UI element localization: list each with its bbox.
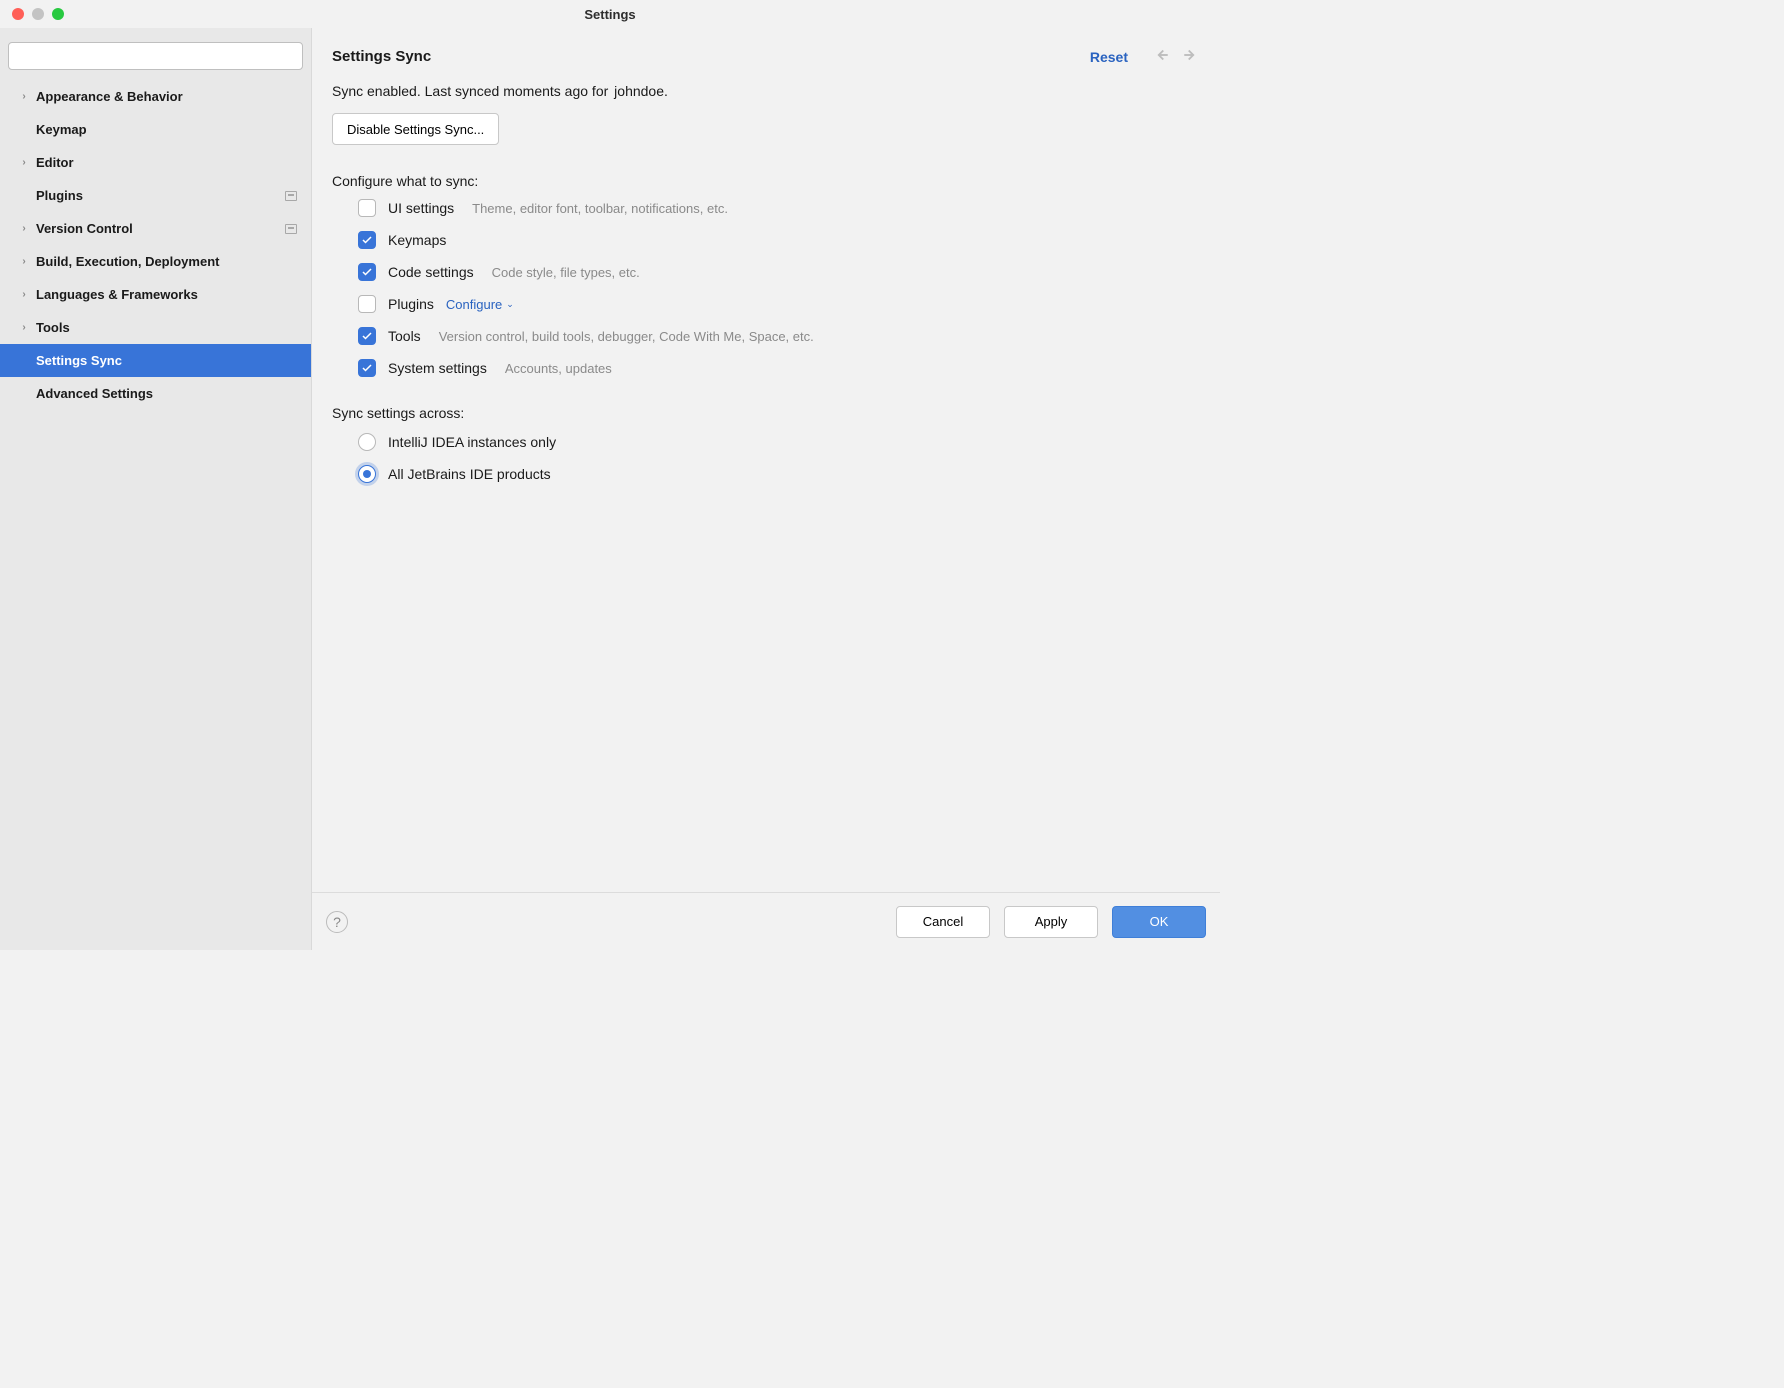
sync-item-hint: Version control, build tools, debugger, … [439,329,814,344]
sidebar-item-label: Build, Execution, Deployment [36,254,219,269]
radio-intellij-only[interactable] [358,433,376,451]
button-label: Disable Settings Sync... [347,122,484,137]
sync-item-ui-settings: UI settings Theme, editor font, toolbar,… [358,199,1200,217]
button-label: OK [1150,914,1169,929]
across-label: Sync settings across: [332,405,1200,421]
sidebar-item-keymap[interactable]: Keymap [0,113,311,146]
sidebar-item-plugins[interactable]: Plugins [0,179,311,212]
sync-item-label: Plugins [388,296,434,312]
sync-item-label: UI settings [388,200,454,216]
sidebar-item-label: Plugins [36,188,83,203]
help-button[interactable]: ? [326,911,348,933]
checkbox-keymaps[interactable] [358,231,376,249]
sidebar-item-version-control[interactable]: › Version Control [0,212,311,245]
sidebar-item-settings-sync[interactable]: Settings Sync [0,344,311,377]
sidebar-item-label: Appearance & Behavior [36,89,183,104]
chevron-right-icon: › [18,91,30,102]
chevron-right-icon: › [18,322,30,333]
sidebar-item-label: Version Control [36,221,133,236]
sync-item-system-settings: System settings Accounts, updates [358,359,1200,377]
sync-user: johndoe [614,83,664,99]
forward-arrow-icon[interactable] [1182,46,1200,67]
sidebar-item-appearance-behavior[interactable]: › Appearance & Behavior [0,80,311,113]
sidebar-item-languages-frameworks[interactable]: › Languages & Frameworks [0,278,311,311]
sidebar-item-label: Editor [36,155,74,170]
back-arrow-icon[interactable] [1152,46,1170,67]
reset-link[interactable]: Reset [1090,49,1128,65]
sync-status-text: Sync enabled. Last synced moments ago fo… [332,83,608,99]
minimize-window-button[interactable] [32,8,44,20]
configure-link-label: Configure [446,297,502,312]
sync-across-group: IntelliJ IDEA instances only All JetBrai… [332,433,1200,483]
chevron-down-icon: ⌄ [506,299,514,310]
sync-item-plugins: Plugins Configure ⌄ [358,295,1200,313]
sync-item-keymaps: Keymaps [358,231,1200,249]
project-settings-indicator-icon [285,224,297,234]
button-label: Cancel [923,914,963,929]
configure-plugins-link[interactable]: Configure ⌄ [446,297,514,312]
radio-label: All JetBrains IDE products [388,466,551,482]
sidebar-item-label: Settings Sync [36,353,122,368]
maximize-window-button[interactable] [52,8,64,20]
sidebar-item-label: Tools [36,320,70,335]
sidebar-item-label: Languages & Frameworks [36,287,198,302]
settings-window: Settings ▾ › Appearance & Behavior [0,0,1220,950]
chevron-right-icon: › [18,289,30,300]
cancel-button[interactable]: Cancel [896,906,990,938]
sidebar-item-advanced-settings[interactable]: Advanced Settings [0,377,311,410]
radio-label: IntelliJ IDEA instances only [388,434,556,450]
sync-item-label: Tools [388,328,421,344]
traffic-lights [12,8,64,20]
sync-item-code-settings: Code settings Code style, file types, et… [358,263,1200,281]
sync-across-intellij-only: IntelliJ IDEA instances only [358,433,1200,451]
chevron-right-icon: › [18,256,30,267]
ok-button[interactable]: OK [1112,906,1206,938]
titlebar: Settings [0,0,1220,28]
checkbox-code-settings[interactable] [358,263,376,281]
sidebar-item-editor[interactable]: › Editor [0,146,311,179]
chevron-right-icon: › [18,223,30,234]
configure-label: Configure what to sync: [332,173,1200,189]
sync-item-hint: Code style, file types, etc. [492,265,640,280]
sidebar-item-label: Keymap [36,122,87,137]
sync-items-list: UI settings Theme, editor font, toolbar,… [332,199,1200,377]
window-title: Settings [0,7,1220,22]
sync-item-hint: Accounts, updates [505,361,612,376]
main-header: Settings Sync Reset [312,28,1220,75]
sync-item-label: Keymaps [388,232,446,248]
sync-across-all-jetbrains: All JetBrains IDE products [358,465,1200,483]
body: ▾ › Appearance & Behavior Keymap › Edito… [0,28,1220,950]
nav-tree: › Appearance & Behavior Keymap › Editor … [0,80,311,410]
close-window-button[interactable] [12,8,24,20]
checkbox-tools[interactable] [358,327,376,345]
project-settings-indicator-icon [285,191,297,201]
sidebar-item-label: Advanced Settings [36,386,153,401]
main-panel: Settings Sync Reset Sync enabled. Last s… [312,28,1220,950]
sidebar: ▾ › Appearance & Behavior Keymap › Edito… [0,28,312,950]
chevron-right-icon: › [18,157,30,168]
radio-all-jetbrains[interactable] [358,465,376,483]
button-label: Apply [1035,914,1068,929]
footer: ? Cancel Apply OK [312,892,1220,950]
sync-item-label: Code settings [388,264,474,280]
checkbox-ui-settings[interactable] [358,199,376,217]
page-title: Settings Sync [332,48,1074,65]
checkbox-system-settings[interactable] [358,359,376,377]
sync-status: Sync enabled. Last synced moments ago fo… [332,83,1200,99]
sync-item-hint: Theme, editor font, toolbar, notificatio… [472,201,728,216]
apply-button[interactable]: Apply [1004,906,1098,938]
sidebar-item-tools[interactable]: › Tools [0,311,311,344]
sync-item-tools: Tools Version control, build tools, debu… [358,327,1200,345]
sync-item-label: System settings [388,360,487,376]
disable-sync-button[interactable]: Disable Settings Sync... [332,113,499,145]
content-area: Sync enabled. Last synced moments ago fo… [312,75,1220,892]
checkbox-plugins[interactable] [358,295,376,313]
sidebar-item-build-execution-deployment[interactable]: › Build, Execution, Deployment [0,245,311,278]
search-input[interactable] [8,42,303,70]
